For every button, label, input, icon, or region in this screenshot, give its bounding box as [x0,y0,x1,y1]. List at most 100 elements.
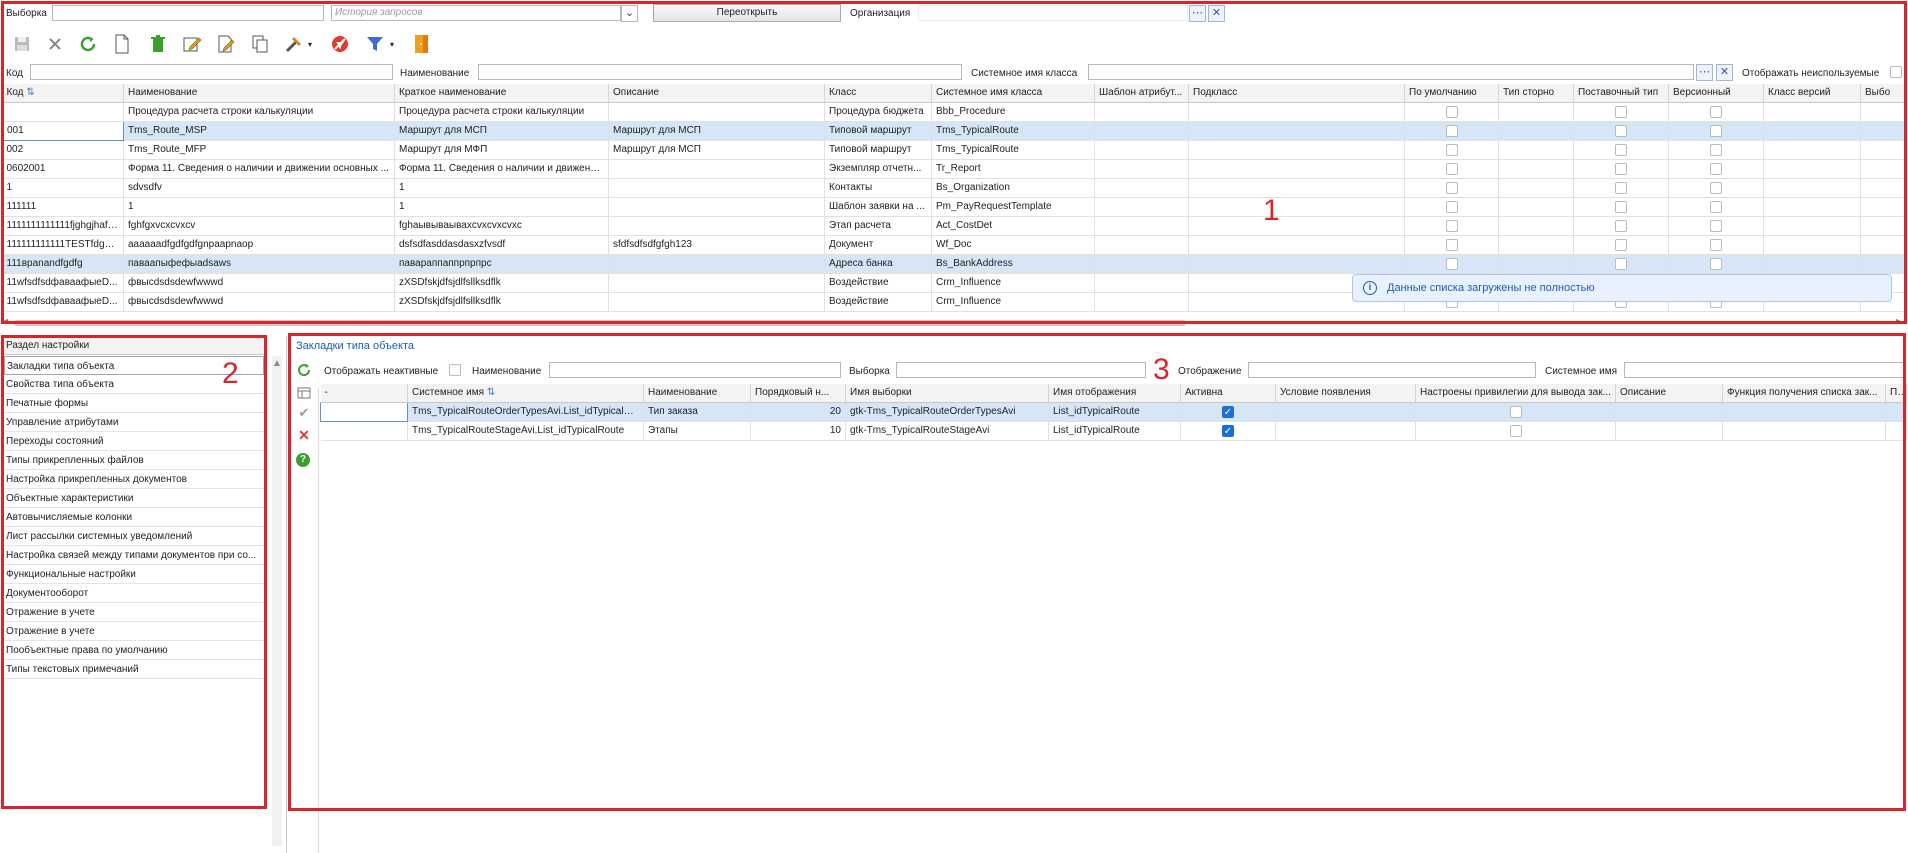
sidebar-item-attributes[interactable]: Управление атрибутами [4,413,264,432]
sidebar-item-file-types[interactable]: Типы прикрепленных файлов [4,451,264,470]
table-row[interactable]: 111111111111TESTfdghdf... aaaaaadfgdfgdfg… [2,235,1907,255]
sidebar-item-functional-settings[interactable]: Функциональные настройки [4,565,264,584]
system-class-ellipsis-icon[interactable]: ⋯ [1696,64,1713,81]
col-storno-type[interactable]: Тип сторно [1498,84,1574,103]
sidebar-item-accounting-2[interactable]: Отражение в учете [4,622,264,641]
versioned-checkbox[interactable] [1710,162,1722,175]
filter-icon[interactable] [363,32,387,56]
privileges-checkbox[interactable] [1509,405,1522,418]
col-system-class[interactable]: Системное имя класса [931,84,1095,103]
versioned-checkbox[interactable] [1710,200,1722,213]
col-description[interactable]: Описание [608,84,825,103]
delete-icon[interactable] [146,32,170,56]
sidebar-item-text-notes[interactable]: Типы текстовых примечаний [4,660,264,679]
col-version-class[interactable]: Класс версий [1763,84,1861,103]
detail-col-condition[interactable]: Условие появления [1275,384,1416,403]
versioned-checkbox[interactable] [1710,238,1722,251]
table-row[interactable]: 0602001 Форма 11. Сведения о наличии и дв… [2,159,1907,179]
refresh-icon[interactable] [76,32,100,56]
default-checkbox[interactable] [1445,105,1458,118]
detail-help-icon[interactable]: ? [296,453,310,467]
copy-icon[interactable] [248,32,272,56]
delivery-checkbox[interactable] [1615,257,1627,270]
detail-system-name-input[interactable] [1624,362,1904,378]
sidebar-item-default-rights[interactable]: Пообъектные права по умолчанию [4,641,264,660]
sidebar-scrollbar[interactable] [272,356,282,846]
delivery-checkbox[interactable] [1615,162,1627,175]
detail-apply-icon[interactable]: ✔ [294,405,314,425]
delivery-checkbox[interactable] [1615,105,1627,118]
default-checkbox[interactable] [1445,143,1458,156]
default-checkbox[interactable] [1445,124,1458,137]
detail-display-input[interactable] [1248,362,1536,378]
sidebar-item-computed-columns[interactable]: Автовычисляемые колонки [4,508,264,527]
no-filter-icon[interactable] [328,32,352,56]
edit-icon[interactable] [180,32,204,56]
sidebar-item-print-forms[interactable]: Печатные формы [4,394,264,413]
sidebar-item-doc-links[interactable]: Настройка связей между типами документов… [4,546,264,565]
tools-dropdown-icon[interactable]: ▾ [308,40,312,49]
col-code[interactable]: Код ⇅ [2,84,124,103]
main-scrollbar-thumb[interactable] [14,320,1186,326]
table-row[interactable]: 1111111111111fjghgjhafds... fghfgxvcxcvxc… [2,216,1907,236]
detail-col-system-name[interactable]: Системное имя ⇅ [407,384,644,403]
privileges-checkbox[interactable] [1509,424,1522,437]
versioned-checkbox[interactable] [1710,105,1722,118]
detail-col-pa[interactable]: Па [1885,384,1907,403]
col-selection[interactable]: Выбо [1860,84,1907,103]
delivery-checkbox[interactable] [1615,200,1627,213]
default-checkbox[interactable] [1445,200,1458,213]
col-subclass[interactable]: Подкласс [1188,84,1405,103]
organization-input[interactable] [918,5,1188,21]
versioned-checkbox[interactable] [1710,181,1722,194]
table-row[interactable]: Tms_TypicalRouteStageAvi.List_idTypicalR… [320,421,1907,441]
detail-col-active[interactable]: Активна [1180,384,1276,403]
table-row[interactable]: 111111 1 1 Шаблон заявки на ... Pm_PayReques… [2,197,1907,217]
col-name[interactable]: Наименование [123,84,395,103]
show-inactive-checkbox[interactable] [449,364,461,376]
sidebar-item-notifications[interactable]: Лист рассылки системных уведомлений [4,527,264,546]
default-checkbox[interactable] [1445,219,1458,232]
delivery-checkbox[interactable] [1615,143,1627,156]
delivery-checkbox[interactable] [1615,124,1627,137]
system-class-clear-icon[interactable]: ✕ [1716,64,1733,81]
detail-col-name[interactable]: Наименование [643,384,751,403]
col-class[interactable]: Класс [824,84,932,103]
detail-col-order[interactable]: Порядковый н... [750,384,846,403]
sidebar-item-attached-docs[interactable]: Настройка прикрепленных документов [4,470,264,489]
detail-refresh-icon[interactable] [294,360,314,380]
exit-icon[interactable] [410,32,434,56]
versioned-checkbox[interactable] [1710,143,1722,156]
name-input[interactable] [478,64,962,80]
sidebar-item-state-transitions[interactable]: Переходы состояний [4,432,264,451]
default-checkbox[interactable] [1445,162,1458,175]
new-document-icon[interactable] [110,32,134,56]
table-row[interactable]: 002 Tms_Route_MFP Маршрут для МФП Маршрут д… [2,140,1907,160]
reopen-button[interactable]: Переоткрыть [653,4,841,22]
active-checkbox[interactable]: ✓ [1222,405,1234,418]
delivery-checkbox[interactable] [1615,219,1627,232]
active-checkbox[interactable]: ✓ [1222,424,1234,437]
detail-col-description[interactable]: Описание [1615,384,1723,403]
show-unused-checkbox[interactable] [1890,66,1902,78]
detail-add-row-icon[interactable] [294,383,314,403]
table-row[interactable]: 1 sdvsdfv 1 Контакты Bs_Organization [2,178,1907,198]
detail-name-input[interactable] [549,362,841,378]
history-input[interactable]: История запросов [331,5,621,21]
default-checkbox[interactable] [1445,181,1458,194]
sidebar-item-accounting-1[interactable]: Отражение в учете [4,603,264,622]
default-checkbox[interactable] [1445,238,1458,251]
scroll-left-icon[interactable]: ◂ [4,316,8,325]
table-row[interactable]: 001 Tms_Route_MSP Маршрут для МСП Маршрут д… [2,120,1907,141]
sidebar-item-object-characteristics[interactable]: Объектные характеристики [4,489,264,508]
detail-selection-input[interactable] [896,362,1146,378]
save-icon[interactable] [10,32,34,56]
col-versioned[interactable]: Версионный [1668,84,1764,103]
cancel-icon[interactable] [43,32,67,56]
col-delivery-type[interactable]: Поставочный тип [1573,84,1669,103]
table-row[interactable]: Tms_TypicalRouteOrderTypesAvi.List_idTyp… [320,401,1907,422]
delivery-checkbox[interactable] [1615,181,1627,194]
system-class-input[interactable] [1088,64,1694,80]
edit-document-icon[interactable] [214,32,238,56]
table-row[interactable]: Процедура расчета строки калькуляции Проц… [2,102,1907,122]
